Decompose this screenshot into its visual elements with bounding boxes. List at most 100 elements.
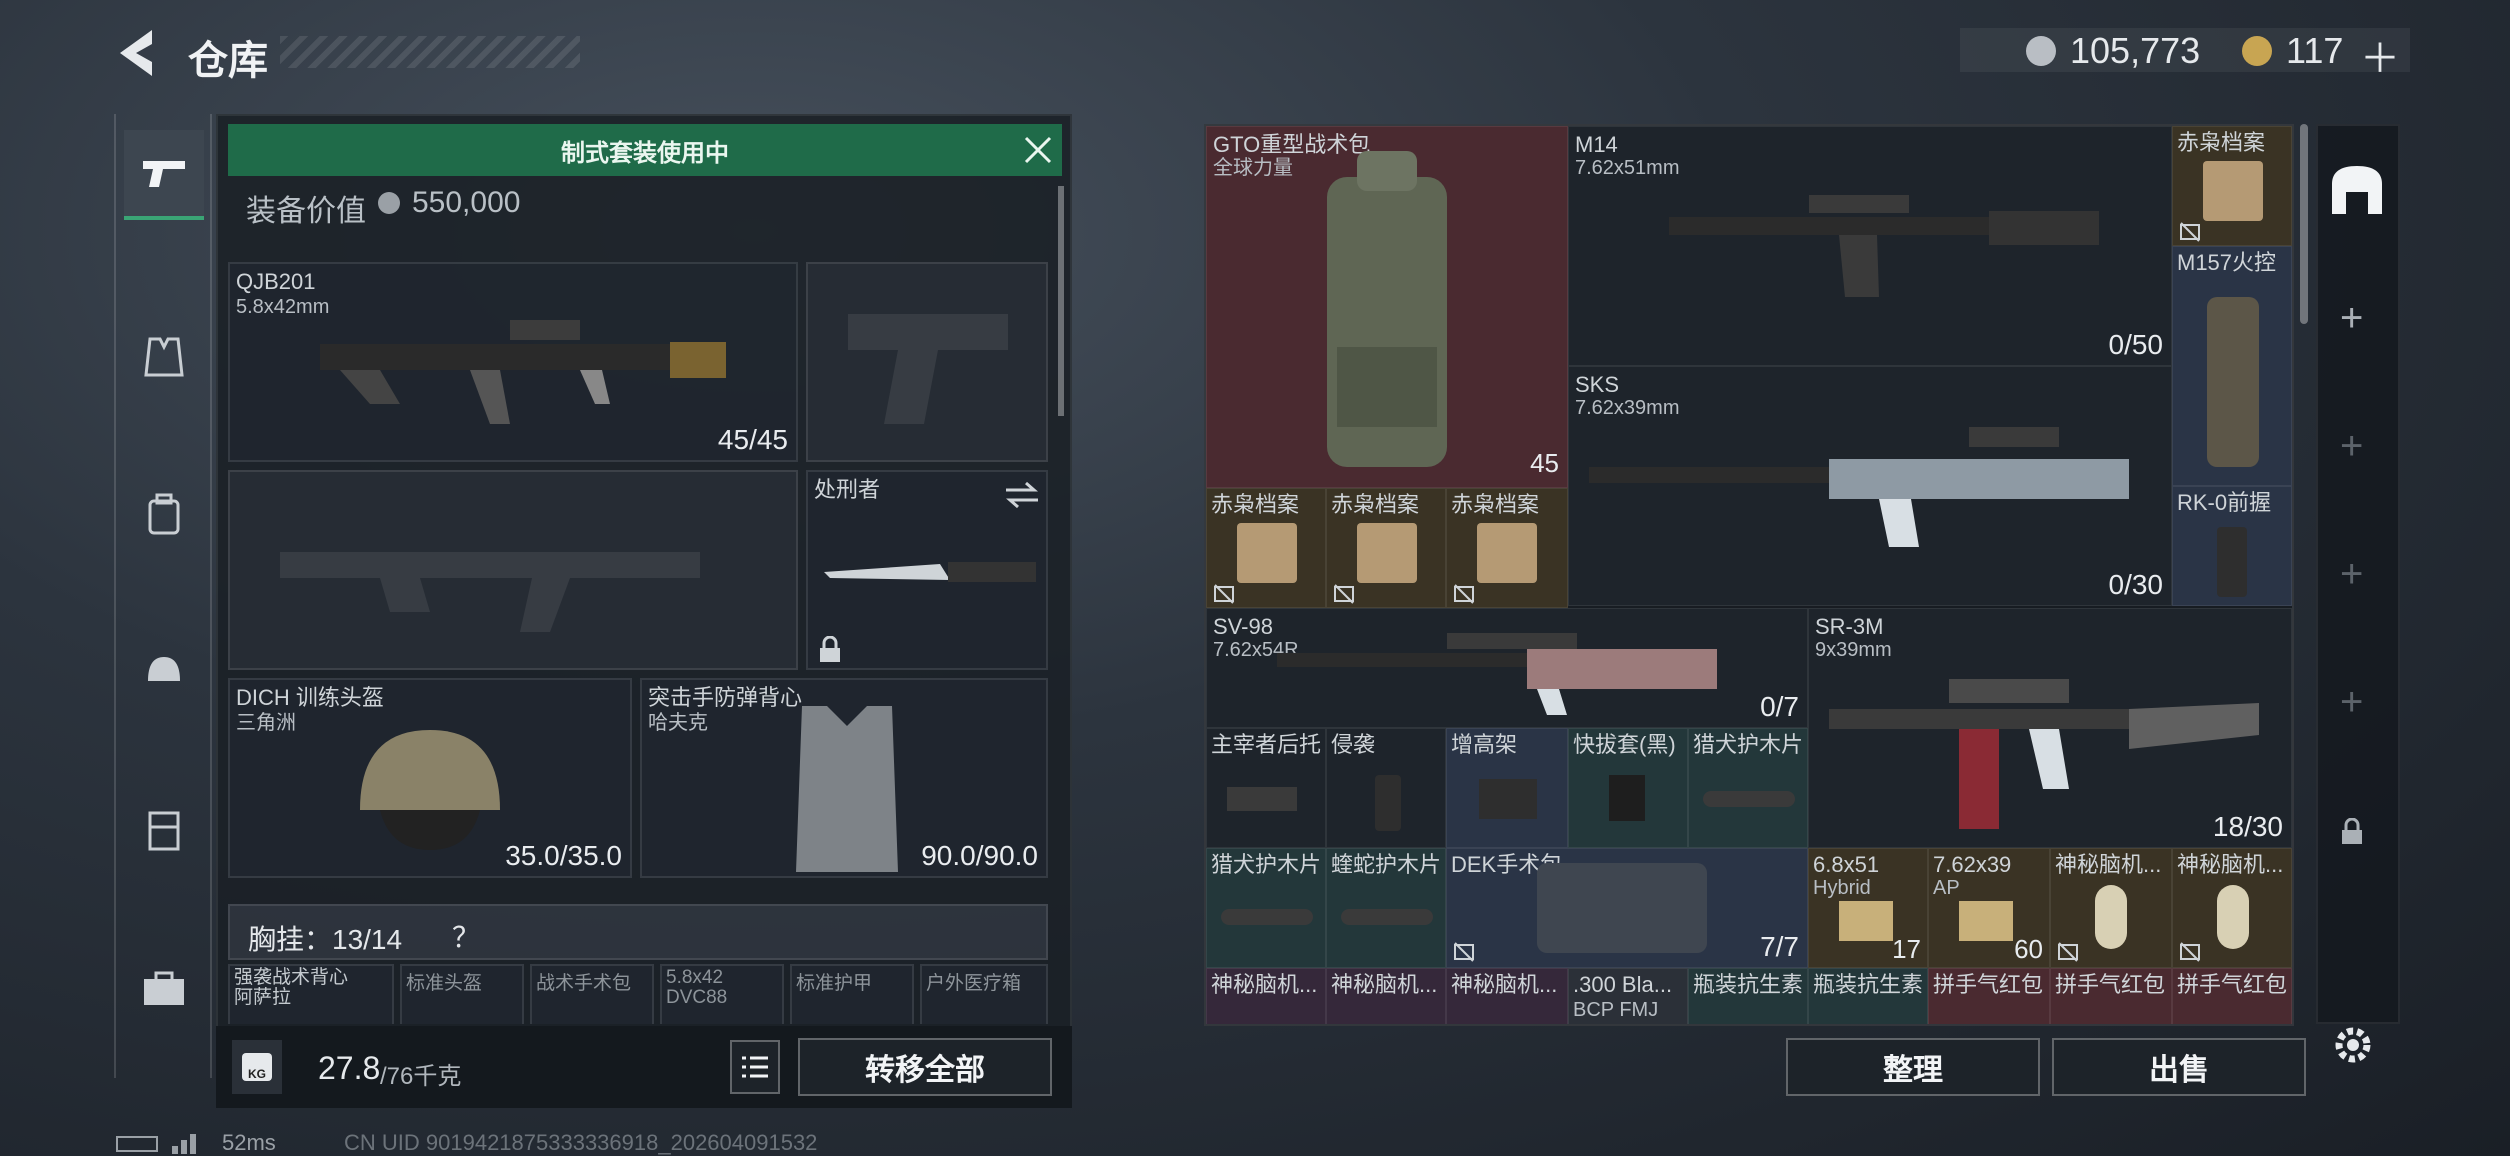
tab-helmet[interactable] — [124, 626, 204, 716]
ammo-item[interactable]: 6.8x51 Hybrid 17 — [1808, 848, 1928, 968]
dossier-item[interactable]: 赤枭档案 — [1206, 488, 1326, 608]
list-item[interactable]: 瓶装抗生素 — [1808, 968, 1928, 1024]
m14-item[interactable]: M14 7.62x51mm 0/50 — [1568, 126, 2172, 366]
pistol-slot[interactable] — [806, 262, 1048, 462]
back-arrow-icon — [120, 30, 152, 76]
add-currency-button[interactable]: ＋ — [2360, 26, 2400, 84]
list-item[interactable]: 户外医疗箱 — [920, 964, 1048, 1024]
armor-vest-icon — [796, 706, 898, 872]
attachment-item[interactable]: 蝰蛇护木片 — [1326, 848, 1446, 968]
ammo-item[interactable]: 7.62x39 AP 60 — [1928, 848, 2050, 968]
rk0-item[interactable]: RK-0前握 — [2172, 486, 2292, 606]
list-item[interactable]: .300 Bla... BCP FMJ — [1568, 968, 1688, 1024]
rifle-icon — [1829, 679, 2259, 829]
tab-weapons[interactable] — [124, 130, 204, 220]
attachment-item[interactable]: 快拔套(黑) — [1568, 728, 1688, 848]
melee-slot[interactable]: 处刑者 — [806, 470, 1048, 670]
chest-rig-icon — [148, 811, 180, 851]
item-ammo: 7.62x51mm — [1575, 157, 1680, 179]
mystery-item[interactable]: 神秘脑机... — [2172, 848, 2292, 968]
list-item[interactable]: 标准护甲 — [790, 964, 914, 1024]
armor-slot[interactable]: 突击手防弹背心 哈夫克 90.0/90.0 — [640, 678, 1048, 878]
dossier-item[interactable]: 赤枭档案 — [2172, 126, 2292, 246]
weight-max: /76千克 — [380, 1063, 462, 1090]
dossier-icon — [1477, 523, 1537, 583]
attachment-item[interactable]: 增高架 — [1446, 728, 1568, 848]
weapon-name: QJB201 — [236, 269, 316, 294]
help-icon[interactable]: ？ — [452, 916, 480, 956]
list-icon — [742, 1056, 768, 1078]
swap-icon[interactable] — [1004, 480, 1040, 510]
helmet-slot[interactable]: DICH 训练头盔 三角洲 35.0/35.0 — [228, 678, 632, 878]
list-item[interactable]: 战术手术包 — [530, 964, 654, 1024]
list-item[interactable]: 神秘脑机... — [1446, 968, 1568, 1024]
pistol-icon — [143, 161, 185, 187]
no-trade-icon — [2180, 222, 2200, 242]
stock-icon — [1227, 787, 1297, 811]
list-item[interactable]: 强袭战术背心 阿萨拉 — [228, 964, 394, 1024]
sv98-item[interactable]: SV-98 7.62x54R 0/7 — [1206, 608, 1808, 728]
close-icon — [1024, 136, 1052, 164]
list-item[interactable]: 拼手气红包 — [2172, 968, 2292, 1024]
backpack-item[interactable]: GTO重型战术包 全球力量 45 — [1206, 126, 1568, 488]
pistol-silhouette-icon — [848, 314, 1008, 424]
helmet-icon — [360, 730, 500, 850]
close-banner-button[interactable] — [1022, 134, 1054, 166]
tab-rig[interactable] — [124, 786, 204, 876]
chest-rig-bar[interactable]: 胸挂：13/14 ？ — [228, 904, 1048, 960]
rail-cover-icon — [1703, 791, 1795, 807]
uid-label: CN UID 9019421875333336918_202604091532 — [344, 1130, 818, 1155]
sort-button[interactable]: 整理 — [1786, 1038, 2040, 1096]
chest-rig-items: 强袭战术背心 阿萨拉 标准头盔 战术手术包 5.8x42 DVC88 标准护甲 … — [228, 964, 1048, 1024]
tab-case[interactable] — [124, 944, 204, 1034]
mystery-item[interactable]: 神秘脑机... — [2050, 848, 2172, 968]
list-item[interactable]: 神秘脑机... — [1326, 968, 1446, 1024]
attachment-item[interactable]: 猎犬护木片 — [1206, 848, 1326, 968]
scrollbar[interactable] — [1058, 186, 1064, 416]
list-item[interactable]: 5.8x42 DVC88 — [660, 964, 784, 1024]
header-decoration — [280, 36, 580, 68]
attachment-item[interactable]: 猎犬护木片 — [1688, 728, 1808, 848]
tab-stash-main[interactable] — [2324, 158, 2390, 224]
dossier-item[interactable]: 赤枭档案 — [1446, 488, 1568, 608]
dossier-icon — [1237, 523, 1297, 583]
dossier-item[interactable]: 赤枭档案 — [1326, 488, 1446, 608]
add-page-button[interactable]: + — [2340, 296, 2363, 341]
riser-icon — [1479, 779, 1537, 819]
add-page-button[interactable]: + — [2340, 680, 2363, 725]
no-trade-icon — [2180, 942, 2200, 962]
signal-icon — [172, 1134, 196, 1154]
lock-icon — [2342, 818, 2362, 844]
tab-backpack[interactable] — [124, 470, 204, 560]
item-count: 18/30 — [2212, 811, 2283, 842]
attachment-item[interactable]: 主宰者后托 — [1206, 728, 1326, 848]
attachment-item[interactable]: 侵袭 — [1326, 728, 1446, 848]
secondary-weapon-slot[interactable] — [228, 470, 798, 670]
list-item[interactable]: 拼手气红包 — [1928, 968, 2050, 1024]
coin-icon — [378, 192, 400, 214]
gear-icon — [2335, 1027, 2371, 1063]
add-page-button[interactable]: + — [2340, 552, 2363, 597]
medkit-icon — [1537, 863, 1707, 953]
helmet-faction: 三角洲 — [236, 712, 296, 734]
knife-icon — [824, 562, 1036, 582]
primary-weapon-slot[interactable]: QJB201 5.8x42mm 45/45 — [228, 262, 798, 462]
grid-scrollbar[interactable] — [2300, 124, 2308, 324]
add-page-button[interactable]: + — [2340, 424, 2363, 469]
transfer-all-button[interactable]: 转移全部 — [798, 1038, 1052, 1096]
settings-button[interactable] — [2330, 1022, 2376, 1068]
m157-item[interactable]: M157火控 — [2172, 246, 2292, 486]
dek-medkit-item[interactable]: DEK手术包 7/7 — [1446, 848, 1808, 968]
back-button[interactable] — [112, 26, 162, 80]
tab-armor[interactable] — [124, 312, 204, 402]
list-item[interactable]: 标准头盔 — [400, 964, 524, 1024]
dossier-icon — [1357, 523, 1417, 583]
list-item[interactable]: 神秘脑机... — [1206, 968, 1326, 1024]
list-item[interactable]: 瓶装抗生素 — [1688, 968, 1808, 1024]
list-view-button[interactable] — [730, 1040, 780, 1094]
sks-item[interactable]: SKS 7.62x39mm 0/30 — [1568, 366, 2172, 606]
list-item[interactable]: 拼手气红包 — [2050, 968, 2172, 1024]
rail-cover-icon — [1341, 909, 1433, 925]
sell-button[interactable]: 出售 — [2052, 1038, 2306, 1096]
sr3m-item[interactable]: SR-3M 9x39mm 18/30 — [1808, 608, 2292, 848]
